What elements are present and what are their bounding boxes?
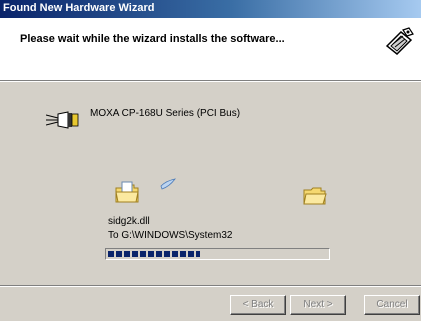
destination-path: To G:\WINDOWS\System32 xyxy=(108,230,233,241)
destination-folder-icon xyxy=(303,187,327,205)
title-bar[interactable]: Found New Hardware Wizard xyxy=(0,0,421,18)
hardware-wizard-icon xyxy=(383,26,415,58)
footer-separator xyxy=(0,285,421,287)
progress-fill xyxy=(108,251,200,257)
wizard-header: Please wait while the wizard installs th… xyxy=(0,18,421,81)
source-folder-icon xyxy=(115,181,139,203)
back-button[interactable]: < Back xyxy=(230,295,286,315)
copy-progress-bar xyxy=(105,248,330,260)
flying-file-icon xyxy=(160,178,176,190)
header-title: Please wait while the wizard installs th… xyxy=(20,33,285,45)
next-button[interactable]: Next > xyxy=(290,295,346,315)
window-title: Found New Hardware Wizard xyxy=(3,2,155,14)
header-separator xyxy=(0,81,421,82)
current-file-name: sidg2k.dll xyxy=(108,216,150,227)
device-name: MOXA CP-168U Series (PCI Bus) xyxy=(90,108,241,119)
serial-connector-icon xyxy=(46,111,79,129)
cancel-button[interactable]: Cancel xyxy=(364,295,420,315)
